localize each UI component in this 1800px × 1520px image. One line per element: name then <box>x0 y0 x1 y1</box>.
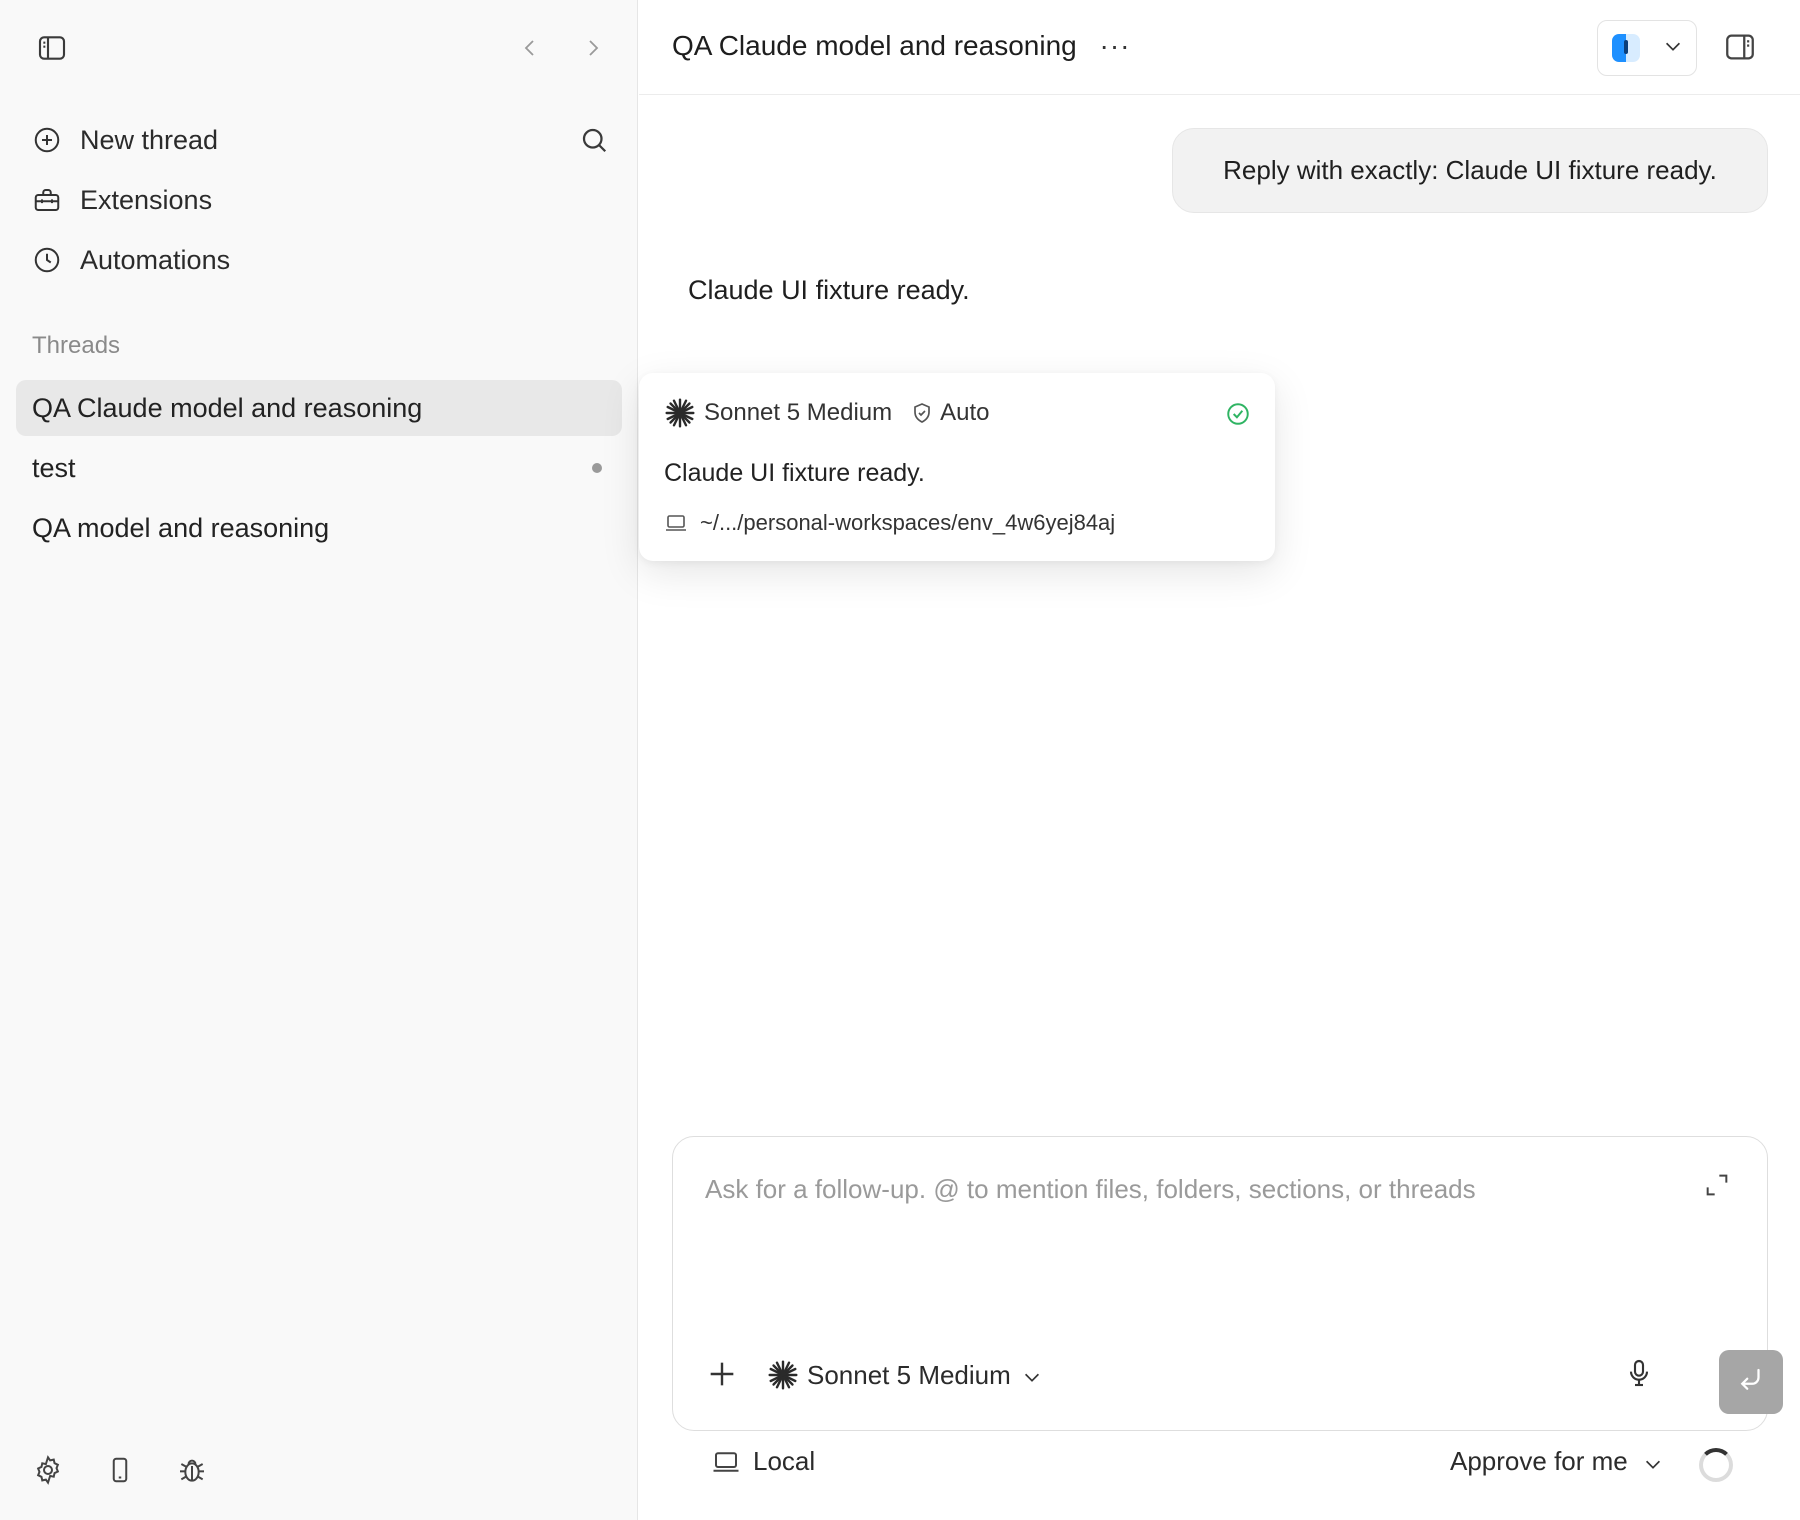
approval-mode-label: Approve for me <box>1450 1446 1628 1476</box>
environment-selector[interactable]: Local <box>711 1446 815 1477</box>
popup-workspace-path: ~/.../personal-workspaces/env_4w6yej84aj <box>664 510 1115 536</box>
extensions-button[interactable]: Extensions <box>16 172 622 228</box>
threads-section-label: Threads <box>32 332 121 359</box>
clock-icon <box>32 245 62 275</box>
popup-mode-label: Auto <box>940 399 990 426</box>
user-message-text: Reply with exactly: Claude UI fixture re… <box>1223 155 1717 185</box>
automations-label: Automations <box>80 244 231 275</box>
new-thread-label: New thread <box>80 124 219 155</box>
approval-mode-selector[interactable]: Approve for me <box>1450 1446 1664 1477</box>
thread-item-test[interactable]: test <box>16 440 622 496</box>
thread-preview-popup: Sonnet 5 Medium Auto Claude UI fixture r… <box>639 373 1275 561</box>
thread-label: QA Claude model and reasoning <box>32 392 423 423</box>
popup-path-text: ~/.../personal-workspaces/env_4w6yej84aj <box>700 510 1116 535</box>
user-message: Reply with exactly: Claude UI fixture re… <box>1172 128 1768 213</box>
follow-up-input[interactable] <box>705 1167 1665 1211</box>
finder-icon <box>1612 34 1640 62</box>
thread-item-qa-model-and-reasoning[interactable]: QA model and reasoning <box>16 500 622 556</box>
search-icon[interactable] <box>576 122 612 158</box>
automations-button[interactable]: Automations <box>16 232 622 288</box>
open-in-app-button[interactable] <box>1597 20 1697 76</box>
add-attachment-icon[interactable] <box>705 1357 741 1393</box>
assistant-message: Claude UI fixture ready. <box>688 275 970 305</box>
expand-icon[interactable] <box>1703 1171 1733 1201</box>
popup-model-label: Sonnet 5 Medium <box>704 399 893 426</box>
check-circle-icon <box>1225 401 1251 427</box>
claude-star-icon <box>767 1359 799 1391</box>
shield-check-icon <box>910 401 934 425</box>
unread-dot-icon <box>592 463 602 473</box>
thread-label: test <box>32 452 76 483</box>
thread-label: QA model and reasoning <box>32 512 330 543</box>
context-usage-spinner-icon[interactable] <box>1699 1448 1733 1482</box>
phone-icon[interactable] <box>102 1452 138 1488</box>
popup-header: Sonnet 5 Medium Auto <box>664 397 989 429</box>
popup-message: Claude UI fixture ready. <box>664 459 925 487</box>
thread-item-qa-claude-model-and-reasoning[interactable]: QA Claude model and reasoning <box>16 380 622 436</box>
claude-star-icon <box>664 397 696 429</box>
send-arrow-icon <box>1736 1365 1766 1400</box>
plus-circle-icon <box>32 125 62 155</box>
laptop-icon <box>664 511 688 535</box>
toolbox-icon <box>32 185 62 215</box>
new-thread-button[interactable]: New thread <box>16 112 622 168</box>
chevron-down-icon <box>1642 1451 1664 1473</box>
composer-footer: Local Approve for me <box>639 1446 1800 1486</box>
gear-icon[interactable] <box>30 1452 66 1488</box>
model-picker-label: Sonnet 5 Medium <box>807 1359 1011 1390</box>
chevron-down-icon <box>1662 35 1684 62</box>
chevron-down-icon <box>1021 1364 1043 1386</box>
sidebar: New thread Extensions Automations Thread… <box>0 0 638 1520</box>
composer: Sonnet 5 Medium <box>672 1136 1783 1431</box>
microphone-icon[interactable] <box>1623 1357 1659 1393</box>
environment-label: Local <box>753 1446 816 1476</box>
top-bar: QA Claude model and reasoning ··· <box>639 0 1800 95</box>
model-picker[interactable]: Sonnet 5 Medium <box>767 1355 1043 1395</box>
sidebar-toggle-icon[interactable] <box>34 30 70 66</box>
page-title: QA Claude model and reasoning <box>672 30 1077 61</box>
send-button[interactable] <box>1719 1350 1783 1414</box>
sidebar-footer <box>30 1452 210 1488</box>
bug-icon[interactable] <box>174 1452 210 1488</box>
main-panel: QA Claude model and reasoning ··· Reply … <box>639 0 1800 1520</box>
extensions-label: Extensions <box>80 184 213 215</box>
back-chevron-icon[interactable] <box>513 30 547 66</box>
forward-chevron-icon[interactable] <box>576 30 610 66</box>
right-panel-toggle-icon[interactable] <box>1723 30 1759 66</box>
more-options-icon[interactable]: ··· <box>1095 26 1135 66</box>
laptop-icon <box>711 1447 741 1477</box>
